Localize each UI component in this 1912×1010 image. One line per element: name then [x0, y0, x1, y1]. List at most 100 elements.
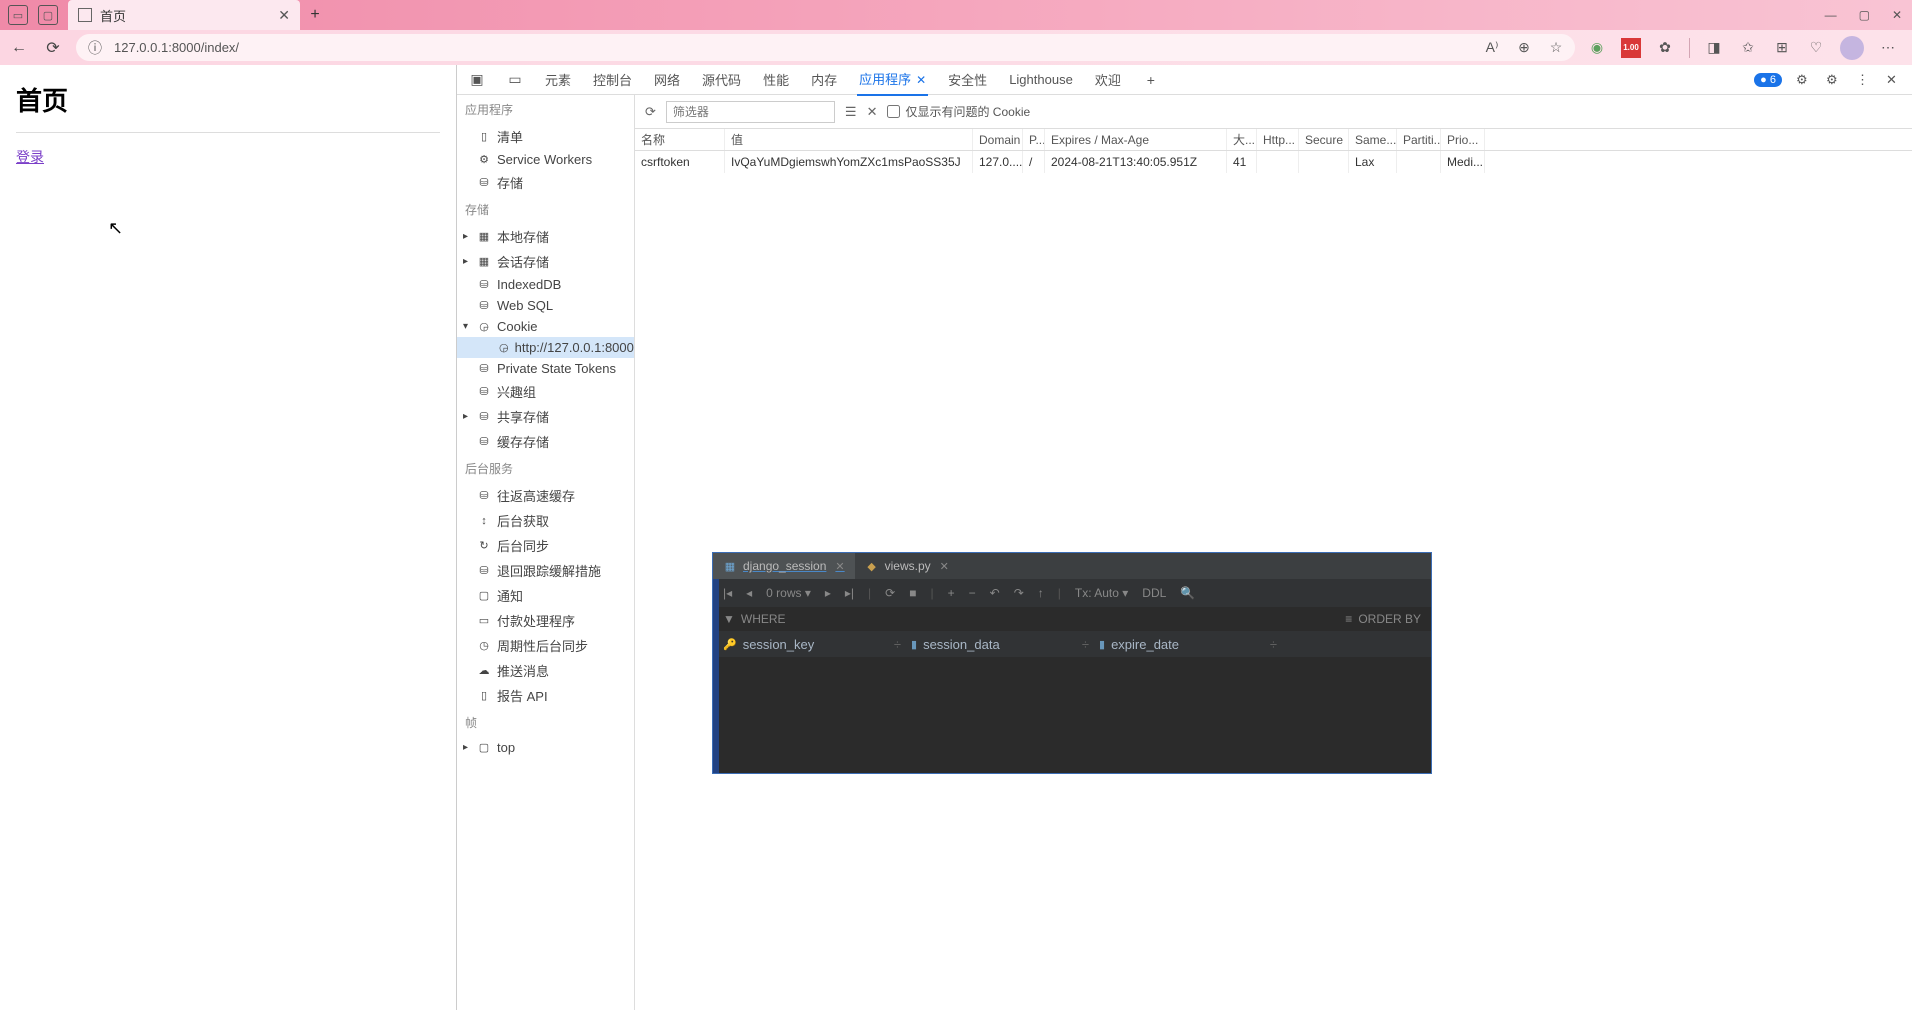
cookie-filter-input[interactable] [666, 101, 835, 123]
side-bounce[interactable]: ⛁退回跟踪缓解措施 [457, 558, 634, 583]
issues-badge[interactable]: ● 6 [1754, 73, 1782, 87]
search-icon[interactable]: 🔍 [1180, 586, 1195, 600]
ide-tab-django-session[interactable]: ▦django_session✕ [713, 553, 855, 579]
side-bgfetch[interactable]: ↕后台获取 [457, 508, 634, 533]
side-periodic[interactable]: ◷周期性后台同步 [457, 633, 634, 658]
side-bgsync[interactable]: ↻后台同步 [457, 533, 634, 558]
tab-performance[interactable]: 性能 [761, 64, 791, 95]
gear-icon[interactable]: ⚙ [1826, 72, 1842, 88]
inspect-icon[interactable]: ▣ [467, 70, 487, 90]
new-tab-button[interactable]: + [300, 0, 330, 30]
side-top-frame[interactable]: ▢top [457, 737, 634, 758]
col-size[interactable]: 大... [1227, 129, 1257, 150]
side-notifications[interactable]: ▢通知 [457, 583, 634, 608]
last-page-icon[interactable]: ▸| [845, 586, 854, 600]
side-session-storage[interactable]: ▦会话存储 [457, 249, 634, 274]
remove-row-icon[interactable]: − [969, 586, 976, 600]
tab-security[interactable]: 安全性 [946, 64, 989, 95]
stop-icon[interactable]: ■ [909, 586, 916, 600]
site-info-icon[interactable]: ⓘ [86, 39, 104, 57]
settings-link-icon[interactable]: ⚙ [1796, 72, 1812, 88]
add-row-icon[interactable]: + [948, 586, 955, 600]
side-interest[interactable]: ⛁兴趣组 [457, 379, 634, 404]
col-expire-date[interactable]: ▮expire_date÷ [1099, 637, 1287, 652]
heart-icon[interactable]: ♡ [1806, 38, 1826, 58]
ddl-button[interactable]: DDL [1142, 586, 1166, 600]
order-by-clause[interactable]: ≡ORDER BY [1345, 612, 1421, 626]
close-icon[interactable]: ✕ [835, 560, 844, 573]
rows-label[interactable]: 0 rows ▾ [766, 586, 811, 600]
side-local-storage[interactable]: ▦本地存储 [457, 224, 634, 249]
col-path[interactable]: P... [1023, 129, 1045, 150]
sidebar-icon[interactable]: ◨ [1704, 38, 1724, 58]
side-cookie-host[interactable]: ◶http://127.0.0.1:8000 [457, 337, 634, 358]
reload-button[interactable]: ⟳ [42, 37, 64, 59]
side-push[interactable]: ☁推送消息 [457, 658, 634, 683]
side-websql[interactable]: ⛁Web SQL [457, 295, 634, 316]
tab-network[interactable]: 网络 [652, 64, 682, 95]
extension-red-badge[interactable]: 1.00 [1621, 38, 1641, 58]
back-button[interactable]: ← [8, 37, 30, 59]
collections-icon[interactable]: ⊞ [1772, 38, 1792, 58]
tab-memory[interactable]: 内存 [809, 64, 839, 95]
minimize-button[interactable]: — [1825, 8, 1837, 22]
col-samesite[interactable]: Same... [1349, 129, 1397, 150]
col-priority[interactable]: Prio... [1441, 129, 1485, 150]
col-domain[interactable]: Domain [973, 129, 1023, 150]
cookie-row[interactable]: csrftoken IvQaYuMDgiemswhYomZXc1msPaoSS3… [635, 151, 1912, 173]
side-indexeddb[interactable]: ⛁IndexedDB [457, 274, 634, 295]
tab-console[interactable]: 控制台 [591, 64, 634, 95]
side-storage[interactable]: ⛁存储 [457, 170, 634, 195]
col-session-data[interactable]: ▮session_data÷ [911, 637, 1099, 652]
zoom-icon[interactable]: ⊕ [1515, 39, 1533, 57]
add-tab-icon[interactable]: + [1141, 70, 1161, 90]
close-icon[interactable]: ✕ [940, 560, 949, 573]
only-issues-checkbox[interactable]: 仅显示有问题的 Cookie [887, 103, 1030, 120]
profile-avatar[interactable] [1840, 36, 1864, 60]
col-partition[interactable]: Partiti... [1397, 129, 1441, 150]
side-pst[interactable]: ⛁Private State Tokens [457, 358, 634, 379]
tab-elements[interactable]: 元素 [543, 64, 573, 95]
col-http[interactable]: Http... [1257, 129, 1299, 150]
commit-icon[interactable]: ↷ [1014, 586, 1024, 600]
tx-mode[interactable]: Tx: Auto ▾ [1075, 586, 1128, 600]
col-session-key[interactable]: 🔑session_key÷ [723, 637, 911, 652]
close-window-button[interactable]: ✕ [1892, 8, 1902, 22]
side-payment[interactable]: ▭付款处理程序 [457, 608, 634, 633]
url-box[interactable]: ⓘ 127.0.0.1:8000/index/ A⁾ ⊕ ☆ [76, 34, 1575, 61]
favorite-icon[interactable]: ☆ [1547, 39, 1565, 57]
side-cookies[interactable]: ◶Cookie [457, 316, 634, 337]
col-value[interactable]: 值 [725, 129, 973, 150]
refresh-icon[interactable]: ⟳ [645, 104, 656, 120]
col-name[interactable]: 名称 [635, 129, 725, 150]
maximize-button[interactable]: ▢ [1859, 8, 1870, 22]
col-expires[interactable]: Expires / Max-Age [1045, 129, 1227, 150]
reload-icon[interactable]: ⟳ [885, 586, 895, 600]
close-devtools-icon[interactable]: ✕ [1886, 72, 1902, 88]
side-cache-storage[interactable]: ⛁缓存存储 [457, 429, 634, 454]
filter-options-icon[interactable]: ☰ [845, 104, 857, 120]
first-page-icon[interactable]: |◂ [723, 586, 732, 600]
prev-page-icon[interactable]: ◂ [746, 586, 752, 600]
next-page-icon[interactable]: ▸ [825, 586, 831, 600]
tab-sources[interactable]: 源代码 [700, 64, 743, 95]
submit-icon[interactable]: ↑ [1038, 586, 1044, 600]
tab-actions-icon[interactable]: ▢ [38, 5, 58, 25]
side-shared-storage[interactable]: ⛁共享存储 [457, 404, 634, 429]
side-bfcache[interactable]: ⛁往返高速缓存 [457, 483, 634, 508]
browser-tab-active[interactable]: 首页 ✕ [68, 0, 300, 30]
favorites-icon[interactable]: ✩ [1738, 38, 1758, 58]
revert-icon[interactable]: ↶ [990, 586, 1000, 600]
close-tab-icon[interactable]: ✕ [278, 7, 290, 24]
tab-lighthouse[interactable]: Lighthouse [1007, 66, 1075, 93]
extensions-icon[interactable]: ✿ [1655, 38, 1675, 58]
readaloud-icon[interactable]: A⁾ [1483, 39, 1501, 57]
login-link[interactable]: 登录 [16, 149, 44, 165]
side-report[interactable]: ▯报告 API [457, 683, 634, 708]
side-service-workers[interactable]: ⚙Service Workers [457, 149, 634, 170]
extension-green-icon[interactable]: ◉ [1587, 38, 1607, 58]
more-icon[interactable]: ⋮ [1856, 72, 1872, 88]
where-clause[interactable]: ▼WHERE [723, 612, 786, 626]
device-toggle-icon[interactable]: ▭ [505, 70, 525, 90]
ide-tab-views-py[interactable]: ◆views.py✕ [855, 553, 959, 579]
